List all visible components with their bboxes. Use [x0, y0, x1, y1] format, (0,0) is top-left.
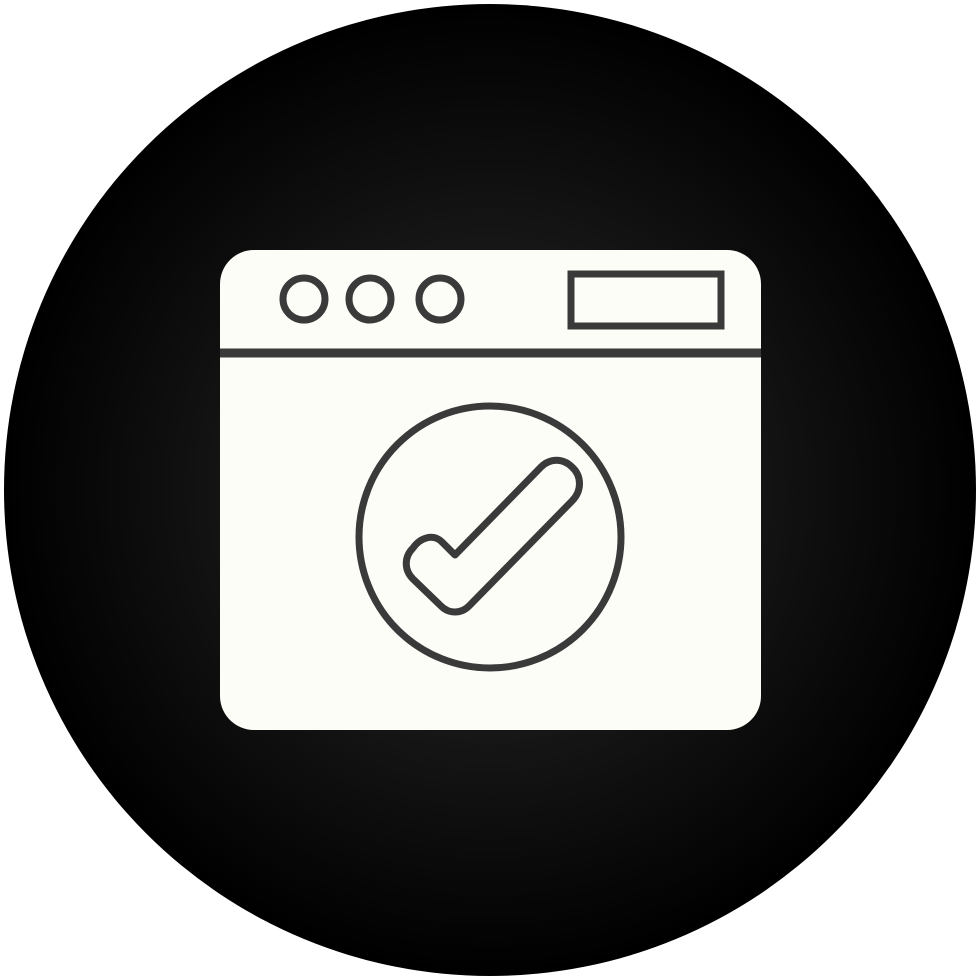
browser-window-check-icon — [4, 4, 976, 976]
icon-canvas — [0, 0, 980, 980]
